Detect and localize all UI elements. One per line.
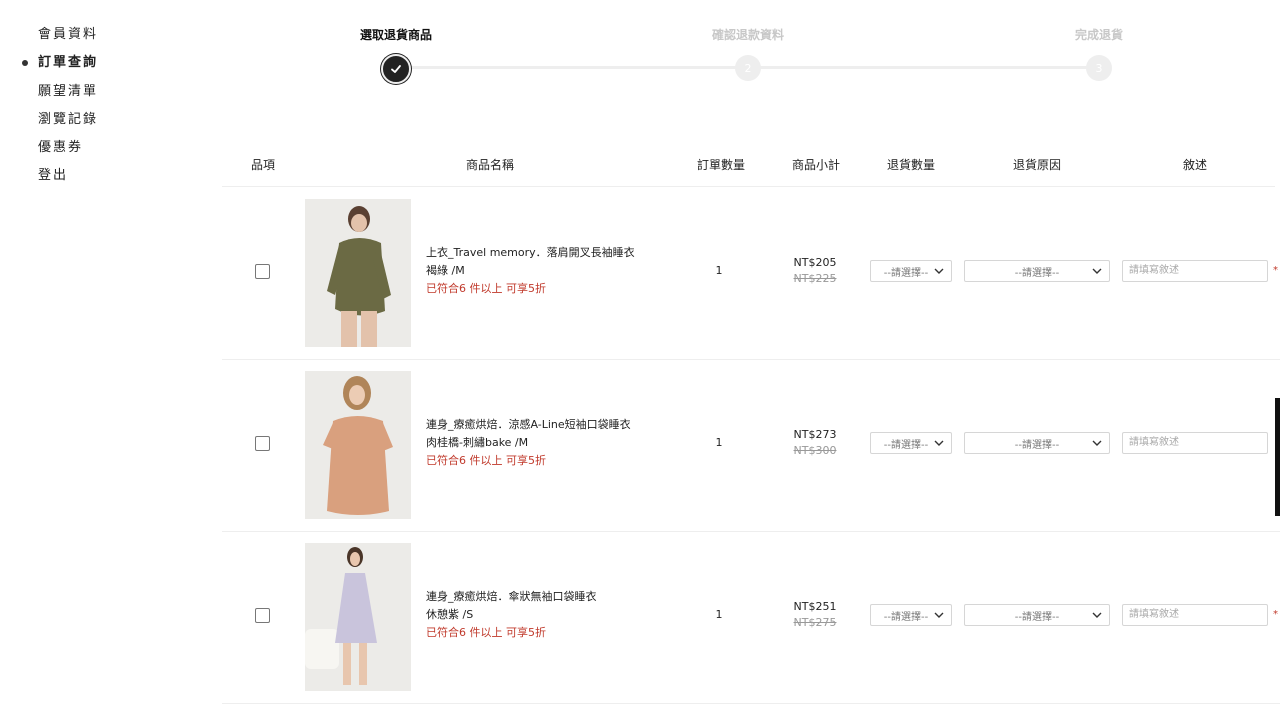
return-reason-select[interactable]: --請選擇--: [964, 260, 1110, 282]
product-info: 連身_療癒烘焙．涼感A-Line短袖口袋睡衣 肉桂橋-刺繡bake /M 已符合…: [426, 416, 631, 470]
sidebar-item-coupons[interactable]: 優惠券: [22, 139, 98, 167]
sidebar-item-label: 會員資料: [38, 27, 99, 42]
checkmark-icon: [391, 65, 401, 73]
original-price: NT$300: [793, 444, 837, 457]
subtotal: NT$205 NT$225: [794, 255, 837, 287]
sidebar-item-wishlist[interactable]: 願望清單: [22, 83, 98, 111]
return-reason-select[interactable]: --請選擇--: [964, 432, 1110, 454]
column-header-item: 品項: [250, 158, 276, 172]
sale-price: NT$251: [793, 600, 837, 613]
return-qty-select[interactable]: --請選擇--: [870, 432, 952, 454]
column-header-description: 敘述: [1182, 158, 1208, 172]
product-image: [305, 371, 411, 519]
sidebar-item-member-info[interactable]: 會員資料: [22, 26, 98, 54]
floating-side-tab[interactable]: [1275, 398, 1280, 516]
column-header-order-qty: 訂單數量: [696, 158, 746, 172]
sale-price: NT$205: [793, 256, 837, 269]
column-header-subtotal: 商品小計: [791, 158, 841, 172]
required-mark: *: [1273, 265, 1278, 276]
table-row: 連身_療癒烘焙．傘狀無袖口袋睡衣 休憩紫 /S 已符合6 件以上 可享5折 1 …: [222, 531, 1280, 704]
product-image: [305, 543, 411, 691]
column-header-product-name: 商品名稱: [465, 158, 515, 172]
select-value: --請選擇--: [883, 611, 929, 623]
promo-text: 已符合6 件以上 可享5折: [426, 282, 546, 295]
description-input[interactable]: 請填寫敘述: [1122, 604, 1268, 626]
select-value: --請選擇--: [883, 267, 929, 279]
product-name[interactable]: 連身_療癒烘焙．涼感A-Line短袖口袋睡衣: [426, 416, 631, 434]
chevron-down-icon: [1092, 440, 1102, 446]
product-variant: 褐綠 /M: [426, 264, 465, 277]
sidebar-item-label: 瀏覽記錄: [38, 111, 99, 127]
order-qty: 1: [715, 608, 723, 621]
sidebar-item-label: 願望清單: [38, 83, 99, 99]
sidebar-item-label: 訂單查詢: [38, 55, 99, 71]
step-connector: [396, 66, 748, 69]
description-input[interactable]: 請填寫敘述: [1122, 432, 1268, 454]
subtotal: NT$251 NT$275: [794, 599, 837, 631]
account-sidebar: 會員資料 訂單查詢 願望清單 瀏覽記錄 優惠券 登出: [22, 26, 98, 196]
original-price: NT$225: [793, 272, 837, 285]
product-variant: 肉桂橋-刺繡bake /M: [426, 436, 529, 449]
product-info: 連身_療癒烘焙．傘狀無袖口袋睡衣 休憩紫 /S 已符合6 件以上 可享5折: [426, 588, 597, 642]
step-label-select-items: 選取退貨商品: [359, 28, 433, 42]
required-mark: *: [1273, 609, 1278, 620]
description-input[interactable]: 請填寫敘述: [1122, 260, 1268, 282]
table-row: 上衣_Travel memory．落肩開叉長袖睡衣 褐綠 /M 已符合6 件以上…: [222, 187, 1280, 360]
step-circle-1: [381, 54, 411, 84]
select-value: --請選擇--: [1014, 611, 1060, 623]
step-label-confirm-refund: 確認退款資料: [711, 28, 785, 42]
sidebar-item-history[interactable]: 瀏覽記錄: [22, 111, 98, 139]
select-item-checkbox[interactable]: [255, 264, 270, 279]
sidebar-item-label: 登出: [38, 168, 69, 184]
table-header: 品項 商品名稱 訂單數量 商品小計 退貨數量 退貨原因 敘述: [222, 150, 1275, 187]
select-item-checkbox[interactable]: [255, 608, 270, 623]
select-value: --請選擇--: [1014, 267, 1060, 279]
sidebar-item-logout[interactable]: 登出: [22, 167, 98, 195]
select-value: --請選擇--: [1014, 439, 1060, 451]
sidebar-item-label: 優惠券: [38, 140, 84, 156]
product-name[interactable]: 上衣_Travel memory．落肩開叉長袖睡衣: [426, 244, 635, 262]
column-header-return-qty: 退貨數量: [886, 158, 936, 172]
step-label-complete: 完成退貨: [1074, 28, 1124, 42]
product-info: 上衣_Travel memory．落肩開叉長袖睡衣 褐綠 /M 已符合6 件以上…: [426, 244, 635, 298]
select-value: --請選擇--: [883, 439, 929, 451]
sidebar-item-order-query[interactable]: 訂單查詢: [22, 54, 98, 82]
promo-text: 已符合6 件以上 可享5折: [426, 454, 546, 467]
order-qty: 1: [715, 436, 723, 449]
subtotal: NT$273 NT$300: [794, 427, 837, 459]
step-circle-3: 3: [1086, 55, 1112, 81]
original-price: NT$275: [793, 616, 837, 629]
step-connector: [748, 66, 1100, 69]
return-qty-select[interactable]: --請選擇--: [870, 604, 952, 626]
chevron-down-icon: [934, 612, 944, 618]
chevron-down-icon: [1092, 268, 1102, 274]
column-header-return-reason: 退貨原因: [1012, 158, 1062, 172]
table-row: 連身_療癒烘焙．涼感A-Line短袖口袋睡衣 肉桂橋-刺繡bake /M 已符合…: [222, 359, 1280, 532]
product-name[interactable]: 連身_療癒烘焙．傘狀無袖口袋睡衣: [426, 588, 597, 606]
return-qty-select[interactable]: --請選擇--: [870, 260, 952, 282]
promo-text: 已符合6 件以上 可享5折: [426, 626, 546, 639]
order-qty: 1: [715, 264, 723, 277]
select-item-checkbox[interactable]: [255, 436, 270, 451]
chevron-down-icon: [1092, 612, 1102, 618]
active-dot-icon: [22, 60, 28, 67]
chevron-down-icon: [934, 268, 944, 274]
chevron-down-icon: [934, 440, 944, 446]
product-variant: 休憩紫 /S: [426, 608, 474, 621]
product-image: [305, 199, 411, 347]
return-reason-select[interactable]: --請選擇--: [964, 604, 1110, 626]
sale-price: NT$273: [793, 428, 837, 441]
return-stepper: 選取退貨商品 確認退款資料 完成退貨 2 3: [320, 26, 1180, 86]
step-circle-2: 2: [735, 55, 761, 81]
